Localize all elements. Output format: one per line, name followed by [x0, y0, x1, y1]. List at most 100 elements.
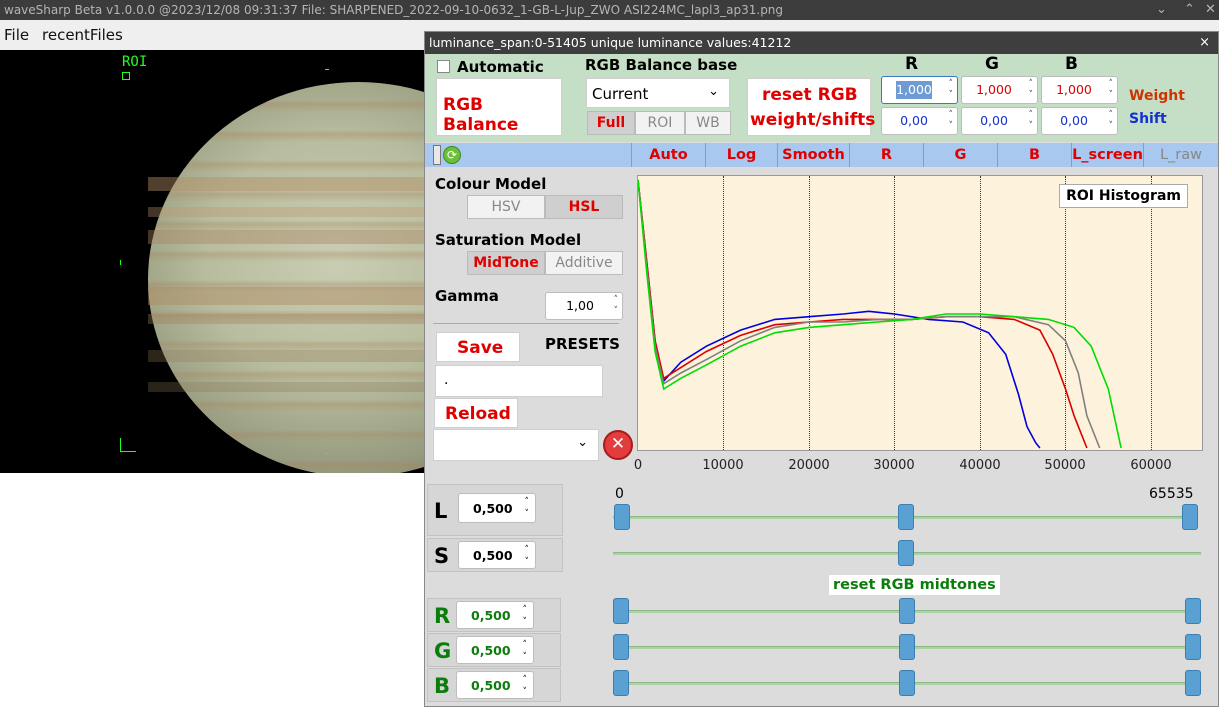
g-spinner[interactable]: 0,500 ˄ ˅	[456, 636, 534, 664]
x-tick-label: 30000	[873, 458, 915, 473]
automatic-checkbox[interactable]	[437, 60, 450, 73]
x-tick-label: 0	[633, 458, 643, 473]
base-mode-roi[interactable]: ROI	[635, 111, 685, 135]
weight-r-value: 1,000	[896, 81, 932, 99]
toolbar-l-screen[interactable]: L_screen	[1071, 143, 1143, 167]
slider-handle[interactable]	[898, 540, 914, 566]
reset-rgb-midtones-button[interactable]: reset RGB midtones	[829, 575, 1000, 595]
base-mode-wb[interactable]: WB	[685, 111, 731, 135]
roi-histogram: ROI Histogram	[637, 175, 1203, 451]
slider-handle[interactable]	[1182, 504, 1198, 530]
toolbar-log[interactable]: Log	[705, 143, 777, 167]
x-tick-label: 50000	[1044, 458, 1086, 473]
colour-panel: luminance_span:0-51405 unique luminance …	[424, 31, 1219, 707]
panel-close-icon[interactable]: ×	[1199, 32, 1210, 54]
colour-model-hsl[interactable]: HSL	[545, 195, 623, 219]
roi-tick	[325, 69, 329, 70]
slider-handle[interactable]	[1185, 634, 1201, 660]
col-g-header: G	[985, 54, 999, 74]
x-tick-label: 20000	[788, 458, 830, 473]
roi-tick	[120, 260, 121, 265]
toolbar-g[interactable]: G	[923, 143, 997, 167]
maximize-icon[interactable]: ⌃	[1184, 0, 1195, 20]
s-spinner[interactable]: 0,500 ˄ ˅	[458, 541, 536, 569]
close-icon[interactable]: ✕	[1205, 0, 1216, 20]
save-preset-button[interactable]: Save	[436, 332, 520, 362]
s-value: 0,500	[473, 548, 513, 563]
histogram-series-line	[638, 179, 1088, 449]
g-label: G	[434, 639, 452, 663]
l-label: L	[434, 499, 448, 523]
weight-b-spinner[interactable]: 1,000 ˄ ˅	[1041, 76, 1118, 104]
menu-file[interactable]: File	[4, 20, 29, 50]
refresh-icon[interactable]: ⟳	[443, 146, 461, 164]
toolbar-r[interactable]: R	[849, 143, 923, 167]
weight-g-spinner[interactable]: 1,000 ˄ ˅	[961, 76, 1038, 104]
s-row-left: S 0,500 ˄ ˅	[427, 538, 563, 572]
slider-handle[interactable]	[899, 634, 915, 660]
rgb-balance-button[interactable]: RGB Balance	[436, 78, 562, 136]
x-tick-label: 60000	[1130, 458, 1172, 473]
menu-recent-files[interactable]: recentFiles	[42, 20, 123, 50]
slider-handle[interactable]	[614, 504, 630, 530]
jupiter-image	[148, 82, 426, 473]
weight-r-spinner[interactable]: 1,000 ˄ ˅	[881, 76, 958, 104]
roi-tick	[325, 453, 329, 454]
rgb-base-select[interactable]: Current ⌄	[586, 78, 730, 108]
slider-handle[interactable]	[613, 634, 629, 660]
base-mode-full[interactable]: Full	[587, 111, 635, 135]
reload-preset-button[interactable]: Reload	[434, 398, 518, 428]
saturation-model-additive[interactable]: Additive	[545, 251, 623, 275]
col-b-header: B	[1065, 54, 1078, 74]
gamma-value: 1,00	[566, 298, 594, 313]
preset-name-input[interactable]: .	[435, 365, 603, 397]
divider	[433, 323, 619, 324]
slider-handle[interactable]	[613, 670, 629, 696]
toolbar-smooth[interactable]: Smooth	[777, 143, 849, 167]
histogram-plot	[638, 179, 1122, 449]
shift-r-spinner[interactable]: 0,00 ˄ ˅	[881, 107, 958, 135]
minimize-icon[interactable]: ⌄	[1156, 0, 1167, 20]
col-r-header: R	[905, 54, 919, 74]
shift-b-value: 0,00	[1060, 113, 1088, 128]
gamma-spinner[interactable]: 1,00 ˄ ˅	[545, 292, 623, 320]
slider-handle[interactable]	[1185, 670, 1201, 696]
splitter-handle-icon[interactable]	[433, 145, 441, 165]
preset-name-value: .	[444, 372, 449, 388]
image-view[interactable]: ROI	[0, 50, 426, 473]
b-spinner[interactable]: 0,500 ˄ ˅	[456, 671, 534, 699]
preset-select[interactable]: ⌄	[433, 429, 599, 461]
toolbar-b[interactable]: B	[997, 143, 1071, 167]
toolbar-l-raw[interactable]: L_raw	[1143, 143, 1218, 167]
rgb-balance-base-label: RGB Balance base	[585, 56, 738, 74]
slider-handle[interactable]	[613, 598, 629, 624]
shift-b-spinner[interactable]: 0,00 ˄ ˅	[1041, 107, 1118, 135]
weight-b-value: 1,000	[1056, 82, 1092, 97]
toolbar-auto[interactable]: Auto	[631, 143, 705, 167]
reset-rgb-weight-shifts-button[interactable]: reset RGB weight/shifts	[747, 78, 875, 136]
window-title-bar: waveSharp Beta v1.0.0.0 @2023/12/08 09:3…	[0, 0, 1219, 20]
slider-handle[interactable]	[899, 598, 915, 624]
colour-model-hsv[interactable]: HSV	[467, 195, 545, 219]
slider-handle[interactable]	[898, 504, 914, 530]
shift-g-value: 0,00	[980, 113, 1008, 128]
delete-preset-icon[interactable]: ✕	[603, 430, 633, 460]
colour-model-label: Colour Model	[435, 175, 547, 193]
histogram-toolbar: ⟳ Auto Log Smooth R G B L_screen L_raw	[425, 143, 1218, 167]
g-value: 0,500	[471, 643, 511, 658]
rgb-balance-area: Automatic RGB Balance RGB Balance base C…	[425, 54, 1218, 142]
shift-g-spinner[interactable]: 0,00 ˄ ˅	[961, 107, 1038, 135]
r-spinner[interactable]: 0,500 ˄ ˅	[456, 601, 534, 629]
roi-marker[interactable]	[122, 72, 130, 80]
b-label: B	[434, 674, 451, 698]
rgb-base-value: Current	[592, 85, 649, 103]
b-row-left: B 0,500 ˄ ˅	[427, 668, 561, 702]
slider-handle[interactable]	[1185, 598, 1201, 624]
histogram-series-line	[638, 179, 1122, 449]
slider-handle[interactable]	[899, 670, 915, 696]
saturation-model-midtone[interactable]: MidTone	[467, 251, 545, 275]
panel-title: luminance_span:0-51405 unique luminance …	[429, 35, 792, 50]
save-label: Save	[457, 338, 504, 358]
l-spinner[interactable]: 0,500 ˄ ˅	[458, 493, 536, 523]
histogram-legend: ROI Histogram	[1059, 184, 1188, 208]
